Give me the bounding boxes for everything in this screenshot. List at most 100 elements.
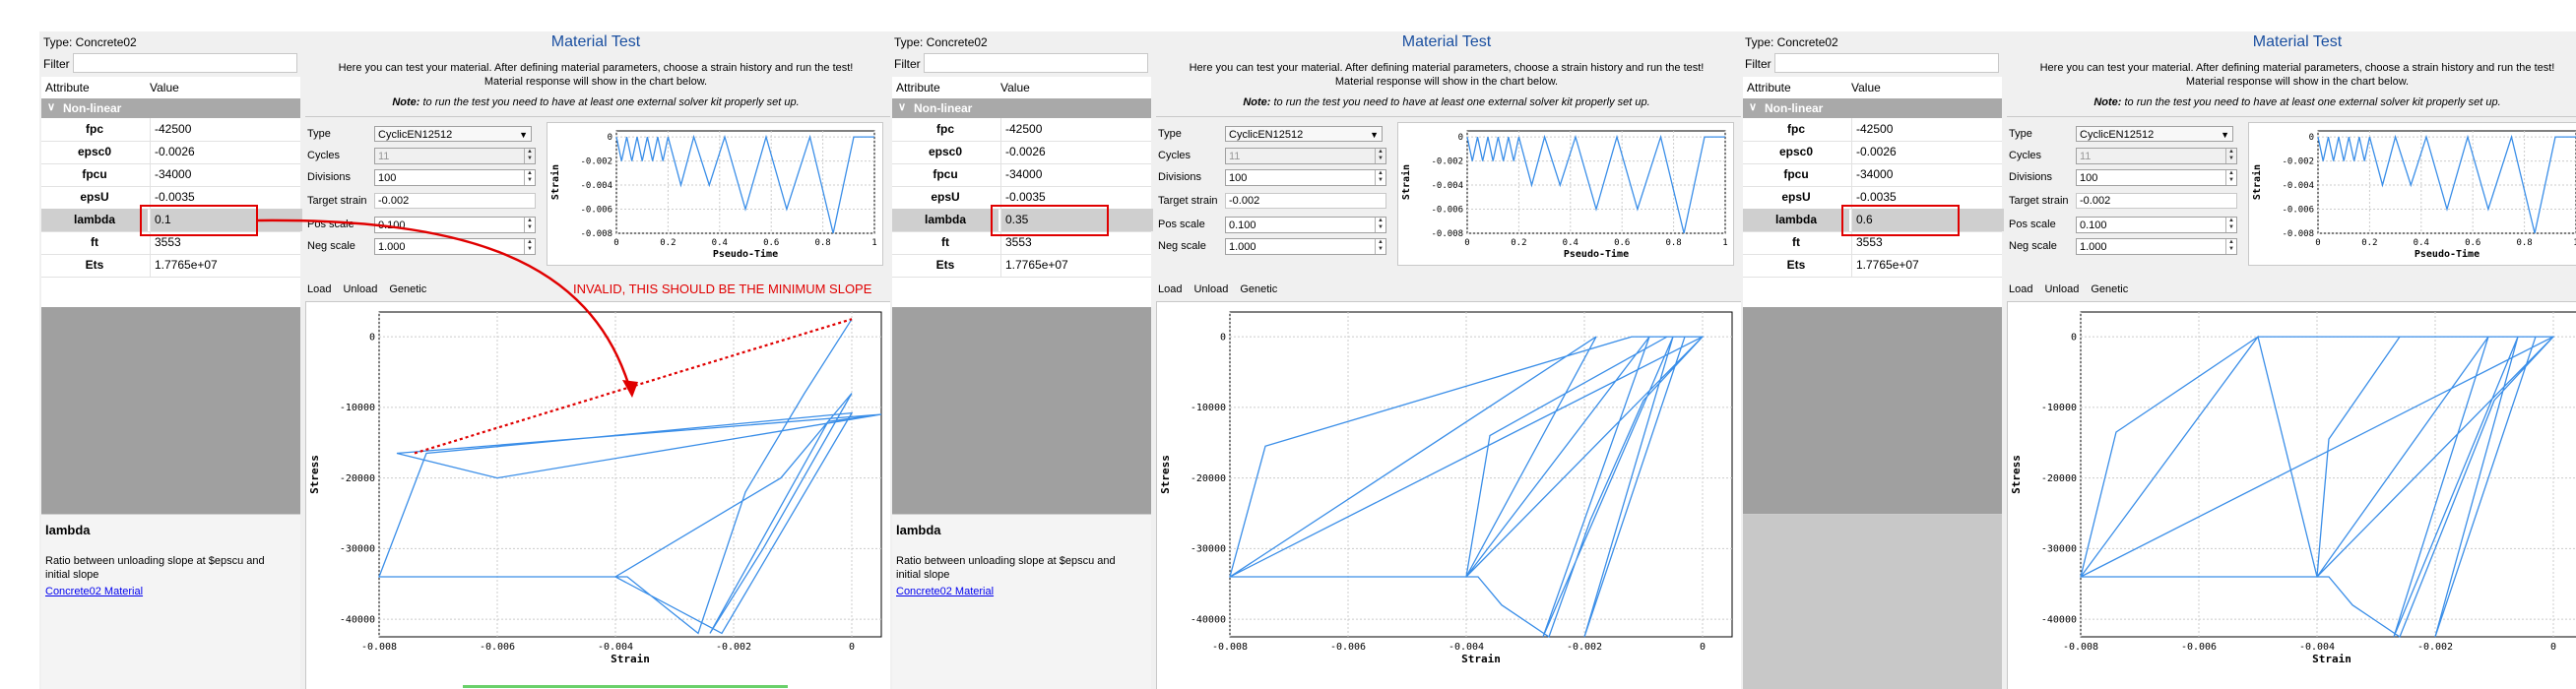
attribute-value[interactable]: -0.0026 — [1000, 141, 1153, 163]
cycles-spinbox[interactable]: 11 ▲ ▼ — [1225, 148, 1386, 164]
neg-scale-spinbox[interactable]: 1.000 ▲ ▼ — [2076, 238, 2237, 255]
x-tick-label: 0.8 — [2516, 238, 2532, 248]
tab-load[interactable]: Load — [2009, 283, 2032, 295]
pos-scale-spinbox[interactable]: 0.100 ▲ ▼ — [374, 217, 536, 233]
tab-unload[interactable]: Unload — [343, 283, 377, 295]
spin-arrows-icon[interactable]: ▲ ▼ — [1375, 218, 1385, 232]
y-tick-label: -20000 — [1191, 473, 1226, 484]
chart-tabs: Load Unload Genetic — [2009, 283, 2140, 295]
target-strain-input[interactable]: -0.002 — [2076, 193, 2237, 209]
tab-genetic[interactable]: Genetic — [1240, 283, 1277, 295]
chart-tabs: Load Unload Genetic — [1158, 283, 1289, 295]
pos-scale-label: Pos scale — [1158, 219, 1205, 230]
tab-load[interactable]: Load — [1158, 283, 1182, 295]
help-title: lambda — [896, 523, 941, 537]
material-test-title: Material Test — [550, 33, 641, 50]
spin-arrows-icon[interactable]: ▲ ▼ — [524, 170, 535, 185]
property-editor: Type: Concrete02 Filter Attribute Value … — [1741, 31, 2004, 689]
type-label: Type — [1158, 128, 1182, 140]
divisions-spinbox[interactable]: 100 ▲ ▼ — [1225, 169, 1386, 186]
attribute-row-epsc0[interactable]: epsc0 -0.0026 — [1743, 141, 2002, 164]
attribute-value[interactable]: -34000 — [1000, 163, 1153, 186]
attribute-row-fpcu[interactable]: fpcu -34000 — [1743, 163, 2002, 187]
neg-scale-spinbox[interactable]: 1.000 ▲ ▼ — [1225, 238, 1386, 255]
attribute-row-fpcu[interactable]: fpcu -34000 — [892, 163, 1151, 187]
help-link[interactable]: Concrete02 Material — [45, 586, 143, 597]
target-strain-input[interactable]: -0.002 — [1225, 193, 1386, 209]
attribute-value[interactable]: -0.0026 — [150, 141, 302, 163]
category-nonlinear[interactable]: ∨ Non-linear — [1743, 98, 2002, 118]
chevron-down-icon: ▼ — [519, 130, 528, 140]
spin-arrows-icon[interactable]: ▲ ▼ — [2225, 239, 2236, 254]
attribute-value[interactable]: 1.7765e+07 — [150, 254, 302, 277]
type-dropdown[interactable]: CyclicEN12512 ▼ — [1225, 126, 1383, 142]
attribute-value[interactable]: 1.7765e+07 — [1851, 254, 2004, 277]
divisions-spinbox[interactable]: 100 ▲ ▼ — [2076, 169, 2237, 186]
type-dropdown[interactable]: CyclicEN12512 ▼ — [374, 126, 532, 142]
attribute-row-fpc[interactable]: fpc -42500 — [41, 118, 300, 142]
divisions-spinbox[interactable]: 100 ▲ ▼ — [374, 169, 536, 186]
spin-arrows-icon[interactable]: ▲ ▼ — [524, 239, 535, 254]
spin-arrows-icon[interactable]: ▲ ▼ — [1375, 149, 1385, 163]
attribute-row-epsc0[interactable]: epsc0 -0.0026 — [41, 141, 300, 164]
attribute-value[interactable]: -42500 — [1000, 118, 1153, 141]
filter-input[interactable] — [924, 53, 1148, 73]
tab-unload[interactable]: Unload — [2044, 283, 2079, 295]
target-strain-input[interactable]: -0.002 — [374, 193, 536, 209]
spin-arrows-icon[interactable]: ▲ ▼ — [2225, 149, 2236, 163]
material-test-description: Here you can test your material. After d… — [338, 62, 854, 88]
category-nonlinear[interactable]: ∨ Non-linear — [41, 98, 300, 118]
attribute-row-Ets[interactable]: Ets 1.7765e+07 — [892, 254, 1151, 278]
attribute-value[interactable]: -0.0026 — [1851, 141, 2004, 163]
attribute-value[interactable]: -42500 — [150, 118, 302, 141]
divider — [1156, 116, 1767, 117]
attribute-grid: Attribute Value ∨ Non-linear fpc -42500 eps… — [892, 77, 1153, 307]
attribute-row-fpc[interactable]: fpc -42500 — [892, 118, 1151, 142]
help-link[interactable]: Concrete02 Material — [896, 586, 994, 597]
x-tick-label: 0.6 — [763, 238, 779, 248]
tab-unload[interactable]: Unload — [1193, 283, 1228, 295]
attribute-row-Ets[interactable]: Ets 1.7765e+07 — [1743, 254, 2002, 278]
y-tick-label: -10000 — [1191, 403, 1226, 413]
spin-arrows-icon[interactable]: ▲ ▼ — [1375, 239, 1385, 254]
cycles-spinbox[interactable]: 11 ▲ ▼ — [374, 148, 536, 164]
attribute-row-fpcu[interactable]: fpcu -34000 — [41, 163, 300, 187]
attribute-row-fpc[interactable]: fpc -42500 — [1743, 118, 2002, 142]
tab-genetic[interactable]: Genetic — [2091, 283, 2128, 295]
y-tick-label: 0 — [2071, 332, 2077, 343]
chevron-down-icon[interactable]: ∨ — [898, 100, 906, 113]
attribute-value[interactable]: -34000 — [150, 163, 302, 186]
tab-load[interactable]: Load — [307, 283, 331, 295]
neg-scale-spinbox[interactable]: 1.000 ▲ ▼ — [374, 238, 536, 255]
pos-scale-spinbox[interactable]: 0.100 ▲ ▼ — [1225, 217, 1386, 233]
category-nonlinear[interactable]: ∨ Non-linear — [892, 98, 1151, 118]
pos-scale-spinbox[interactable]: 0.100 ▲ ▼ — [2076, 217, 2237, 233]
spin-arrows-icon[interactable]: ▲ ▼ — [524, 149, 535, 163]
y-tick-label: -40000 — [1191, 614, 1226, 625]
attribute-row-Ets[interactable]: Ets 1.7765e+07 — [41, 254, 300, 278]
spin-arrows-icon[interactable]: ▲ ▼ — [1375, 170, 1385, 185]
attribute-value[interactable]: 1.7765e+07 — [1000, 254, 1153, 277]
strain-history-chart: 0 0.2 0.4 0.6 0.8 1 0 -0.002 -0.004 -0.006 -0.008 P… — [547, 122, 883, 266]
attribute-value[interactable]: -42500 — [1851, 118, 2004, 141]
attribute-name: fpc — [936, 122, 954, 136]
attribute-value[interactable]: -34000 — [1851, 163, 2004, 186]
lambda-highlight-box — [1841, 205, 1960, 236]
chevron-down-icon[interactable]: ∨ — [1749, 100, 1757, 113]
filter-input[interactable] — [73, 53, 297, 73]
tab-genetic[interactable]: Genetic — [389, 283, 426, 295]
divisions-label: Divisions — [307, 171, 352, 183]
spin-arrows-icon[interactable]: ▲ ▼ — [2225, 170, 2236, 185]
spin-arrows-icon[interactable]: ▲ ▼ — [2225, 218, 2236, 232]
neg-scale-label: Neg scale — [1158, 240, 1206, 252]
property-editor: Type: Concrete02 Filter Attribute Value … — [39, 31, 302, 689]
attribute-row-epsc0[interactable]: epsc0 -0.0026 — [892, 141, 1151, 164]
spin-arrows-icon[interactable]: ▲ ▼ — [524, 218, 535, 232]
progress-bar — [463, 685, 788, 688]
y-tick-label: -0.006 — [2282, 206, 2314, 216]
chevron-down-icon[interactable]: ∨ — [47, 100, 55, 113]
type-dropdown[interactable]: CyclicEN12512 ▼ — [2076, 126, 2233, 142]
x-tick-label: 0.2 — [2361, 238, 2377, 248]
cycles-spinbox[interactable]: 11 ▲ ▼ — [2076, 148, 2237, 164]
filter-input[interactable] — [1774, 53, 1999, 73]
